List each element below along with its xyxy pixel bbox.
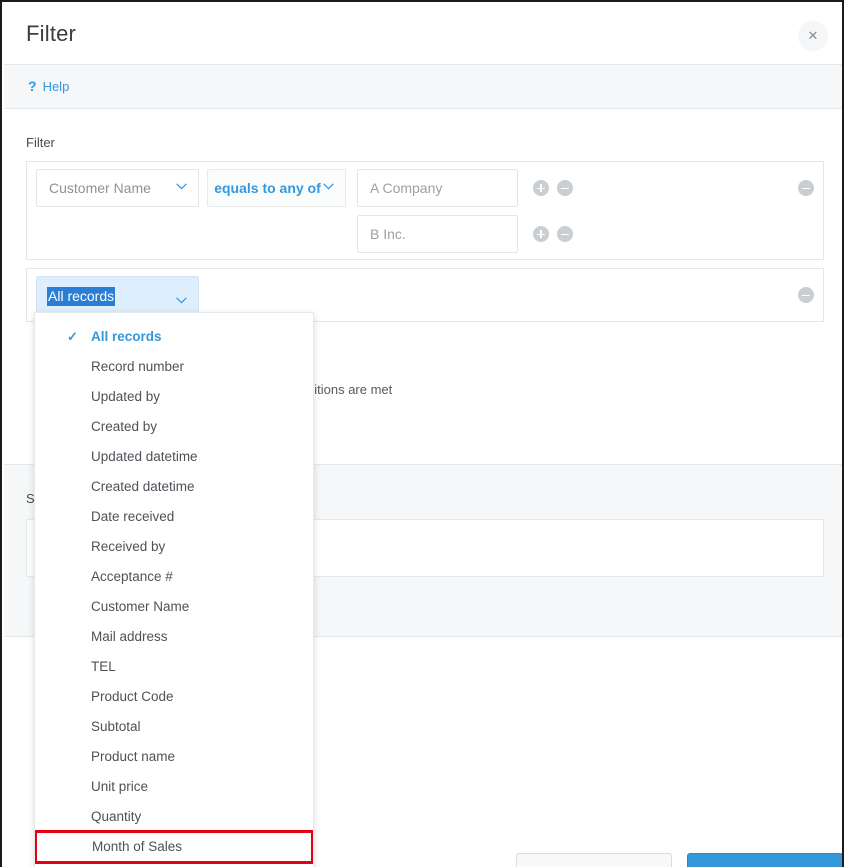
cancel-button[interactable] — [516, 853, 672, 867]
dropdown-item[interactable]: Customer Name — [35, 592, 313, 622]
dropdown-item-label: Month of Sales — [92, 839, 182, 854]
add-value-button-1[interactable] — [533, 180, 549, 196]
dropdown-item-label: Created datetime — [91, 479, 195, 494]
dropdown-item-label: Unit price — [91, 779, 148, 794]
remove-condition-button[interactable] — [798, 180, 814, 196]
chevron-down-icon — [176, 183, 187, 190]
remove-value-button-2[interactable] — [557, 226, 573, 242]
field-select-value: Customer Name — [49, 170, 151, 206]
help-link[interactable]: ? Help — [28, 78, 69, 94]
add-value-button-2[interactable] — [533, 226, 549, 242]
close-button[interactable]: ✕ — [798, 21, 828, 51]
question-mark-icon: ? — [28, 78, 37, 94]
dropdown-item[interactable]: ✓ All records — [35, 322, 313, 352]
dropdown-item[interactable]: TEL — [35, 652, 313, 682]
dropdown-item-label: Mail address — [91, 629, 168, 644]
dropdown-item[interactable]: Quantity — [35, 802, 313, 832]
dropdown-item[interactable]: Mail address — [35, 622, 313, 652]
filter-section-label: Filter — [26, 135, 55, 150]
dropdown-item-label: Updated by — [91, 389, 160, 404]
records-select-dropdown[interactable]: ✓ All records Record number Updated by Creat… — [34, 312, 314, 867]
operator-select[interactable]: equals to any of — [207, 169, 346, 207]
dropdown-item[interactable]: Product name — [35, 742, 313, 772]
dropdown-item[interactable]: Unit price — [35, 772, 313, 802]
help-label: Help — [43, 79, 70, 94]
dropdown-item-label: Customer Name — [91, 599, 189, 614]
close-icon: ✕ — [798, 21, 828, 51]
dropdown-item[interactable]: Record number — [35, 352, 313, 382]
remove-value-button-1[interactable] — [557, 180, 573, 196]
dialog-titlebar: Filter ✕ — [4, 4, 844, 65]
records-select[interactable]: All records — [36, 276, 199, 314]
value-input-2[interactable]: B Inc. — [357, 215, 518, 253]
dropdown-item[interactable]: Received by — [35, 532, 313, 562]
dropdown-item[interactable]: Subtotal — [35, 712, 313, 742]
chevron-down-icon — [176, 291, 187, 309]
dropdown-item-label: Acceptance # — [91, 569, 173, 584]
dropdown-item[interactable]: Date received — [35, 502, 313, 532]
dropdown-item[interactable]: Acceptance # — [35, 562, 313, 592]
filter-dialog: Filter ✕ ? Help Filter Customer Name equa… — [0, 0, 844, 867]
dropdown-item-label: Quantity — [91, 809, 141, 824]
dropdown-item-label: Received by — [91, 539, 165, 554]
remove-records-condition-button[interactable] — [798, 287, 814, 303]
dropdown-item-label: Product name — [91, 749, 175, 764]
help-bar: ? Help — [4, 65, 844, 109]
dropdown-item-label: All records — [91, 329, 162, 344]
records-select-value: All records — [47, 287, 115, 306]
dropdown-item[interactable]: Created datetime — [35, 472, 313, 502]
page-title: Filter — [26, 21, 76, 47]
dropdown-item-label: Subtotal — [91, 719, 141, 734]
value-input-1[interactable]: A Company — [357, 169, 518, 207]
dropdown-item-label: Date received — [91, 509, 174, 524]
dropdown-item-label: Product Code — [91, 689, 174, 704]
field-select[interactable]: Customer Name — [36, 169, 199, 207]
dropdown-item[interactable]: Product Code — [35, 682, 313, 712]
dropdown-item-label: Created by — [91, 419, 157, 434]
dropdown-item-label: Record number — [91, 359, 184, 374]
filter-condition-box: Customer Name equals to any of A Company… — [26, 161, 824, 260]
conditions-met-text: ditions are met — [307, 382, 392, 397]
dropdown-item[interactable]: Created by — [35, 412, 313, 442]
dialog-body: Filter Customer Name equals to any of A … — [4, 109, 844, 867]
check-icon: ✓ — [67, 322, 78, 352]
dropdown-item-label: Updated datetime — [91, 449, 198, 464]
value-input-2-text: B Inc. — [370, 216, 406, 252]
chevron-down-icon — [323, 183, 334, 190]
dropdown-item[interactable]: Month of Sales — [36, 832, 312, 862]
dropdown-item[interactable]: Updated datetime — [35, 442, 313, 472]
dropdown-item-label: TEL — [91, 659, 116, 674]
save-button[interactable] — [687, 853, 843, 867]
value-input-1-text: A Company — [370, 170, 442, 206]
dropdown-item[interactable]: Updated by — [35, 382, 313, 412]
